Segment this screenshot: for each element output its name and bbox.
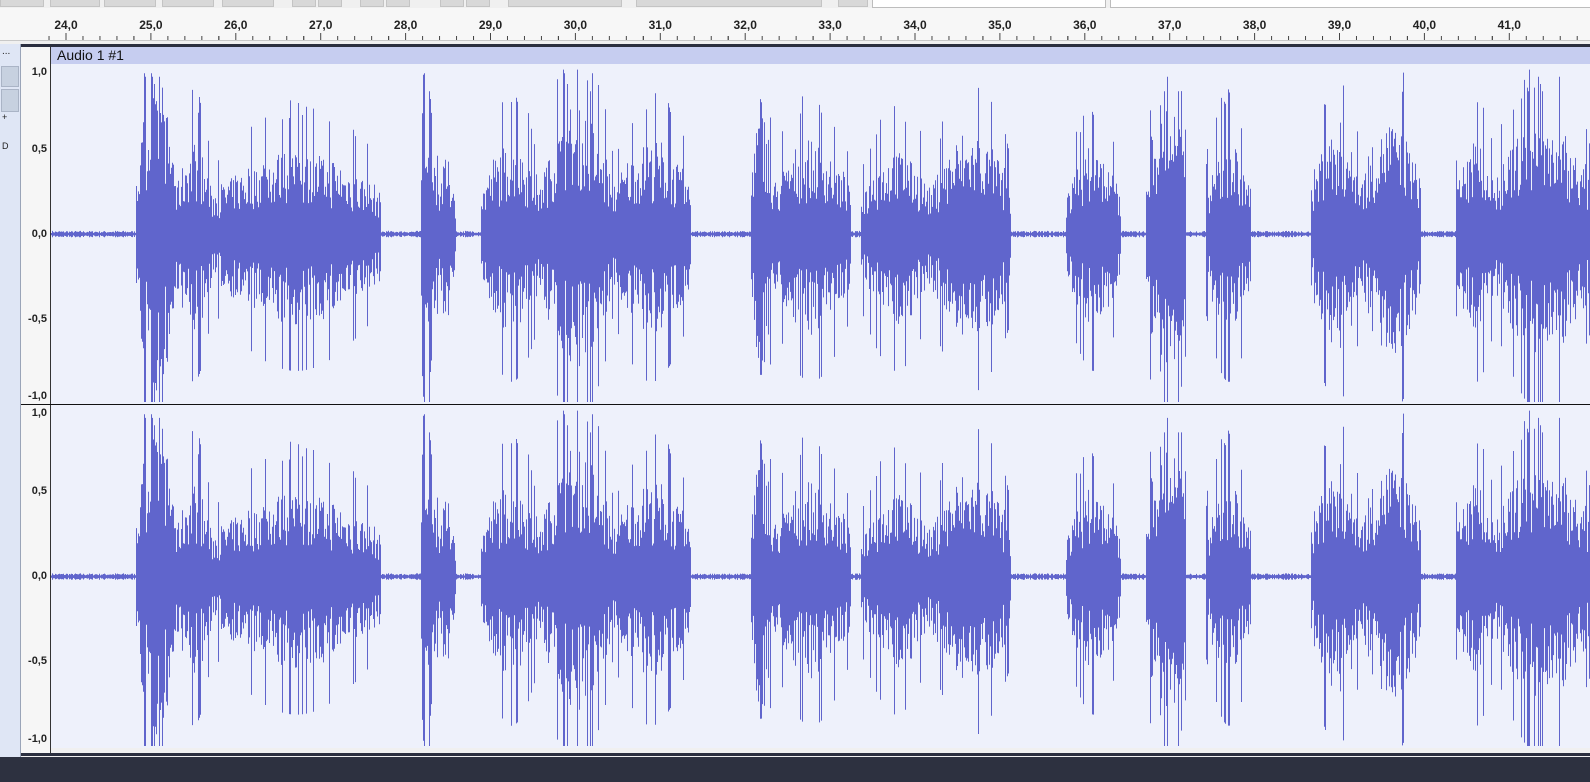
waveform-path bbox=[51, 69, 1590, 402]
toolbar-button[interactable] bbox=[386, 0, 410, 7]
track-control-panel: ... + D bbox=[0, 44, 21, 757]
ruler-label: 29,0 bbox=[479, 18, 503, 32]
track-solo-button[interactable] bbox=[1, 89, 19, 112]
clip-title-bar[interactable]: Audio 1 #1 bbox=[51, 47, 1590, 64]
toolbar-field[interactable] bbox=[1110, 0, 1590, 8]
ruler-label: 35,0 bbox=[988, 18, 1012, 32]
track-gain-label: + bbox=[2, 112, 8, 122]
toolbar-button[interactable] bbox=[292, 0, 316, 7]
ruler-label: 26,0 bbox=[224, 18, 248, 32]
scale-label: -0,5 bbox=[28, 313, 47, 325]
vertical-scale: 1,0 0,5 0,0 -0,5 -1,0 1,0 0,5 0,0 -0,5 -… bbox=[21, 47, 51, 753]
ruler-label: 34,0 bbox=[903, 18, 927, 32]
clip-title: Audio 1 #1 bbox=[57, 47, 124, 63]
waveform-path bbox=[51, 410, 1590, 746]
toolbar-button[interactable] bbox=[318, 0, 342, 7]
scale-label: 0,0 bbox=[31, 228, 47, 240]
toolbar-button[interactable] bbox=[162, 0, 214, 7]
toolbar-field[interactable] bbox=[872, 0, 1106, 8]
scale-label: 0,5 bbox=[31, 143, 47, 155]
ruler-label: 32,0 bbox=[734, 18, 758, 32]
audio-track[interactable]: 1,0 0,5 0,0 -0,5 -1,0 1,0 0,5 0,0 -0,5 -… bbox=[21, 44, 1590, 757]
toolbar-button[interactable] bbox=[222, 0, 274, 7]
toolbar bbox=[0, 0, 1590, 8]
track-border bbox=[21, 753, 1590, 756]
status-bar bbox=[0, 757, 1590, 782]
ruler-label: 41,0 bbox=[1498, 18, 1522, 32]
ruler-label: 25,0 bbox=[139, 18, 163, 32]
ruler-label: 27,0 bbox=[309, 18, 333, 32]
scale-label: 1,0 bbox=[31, 66, 47, 78]
toolbar-button[interactable] bbox=[50, 0, 100, 7]
toolbar-button[interactable] bbox=[440, 0, 464, 7]
ruler-label: 24,0 bbox=[54, 18, 78, 32]
ruler-label: 38,0 bbox=[1243, 18, 1267, 32]
ruler-label: 37,0 bbox=[1158, 18, 1182, 32]
track-mute-button[interactable] bbox=[1, 66, 19, 87]
scale-label: -0,5 bbox=[28, 655, 47, 667]
toolbar-dropdown[interactable] bbox=[508, 0, 622, 7]
ruler-label: 36,0 bbox=[1073, 18, 1097, 32]
ruler-label: 31,0 bbox=[649, 18, 673, 32]
ruler-label: 30,0 bbox=[564, 18, 588, 32]
scale-label: -1,0 bbox=[28, 733, 47, 745]
scale-label: 1,0 bbox=[31, 407, 47, 419]
toolbar-button[interactable] bbox=[0, 0, 44, 7]
toolbar-button[interactable] bbox=[838, 0, 868, 7]
toolbar-button[interactable] bbox=[466, 0, 490, 7]
ruler-label: 39,0 bbox=[1328, 18, 1352, 32]
timeline-ruler[interactable]: 24,0 25,0 26,0 27,0 28,0 29,0 30,0 31,0 32,0 33,0… bbox=[0, 8, 1590, 41]
ruler-label: 33,0 bbox=[818, 18, 842, 32]
ruler-label: 40,0 bbox=[1413, 18, 1437, 32]
scale-label: 0,0 bbox=[31, 570, 47, 582]
track-menu-icon[interactable]: ... bbox=[2, 46, 10, 57]
scale-label: -1,0 bbox=[28, 390, 47, 402]
track-pan-label: D bbox=[2, 141, 9, 151]
toolbar-button[interactable] bbox=[360, 0, 384, 7]
toolbar-button[interactable] bbox=[104, 0, 156, 7]
scale-label: 0,5 bbox=[31, 485, 47, 497]
waveform-channel-right[interactable] bbox=[51, 405, 1590, 748]
ruler-label: 28,0 bbox=[394, 18, 418, 32]
waveform-channel-left[interactable] bbox=[51, 64, 1590, 404]
toolbar-dropdown[interactable] bbox=[636, 0, 822, 7]
